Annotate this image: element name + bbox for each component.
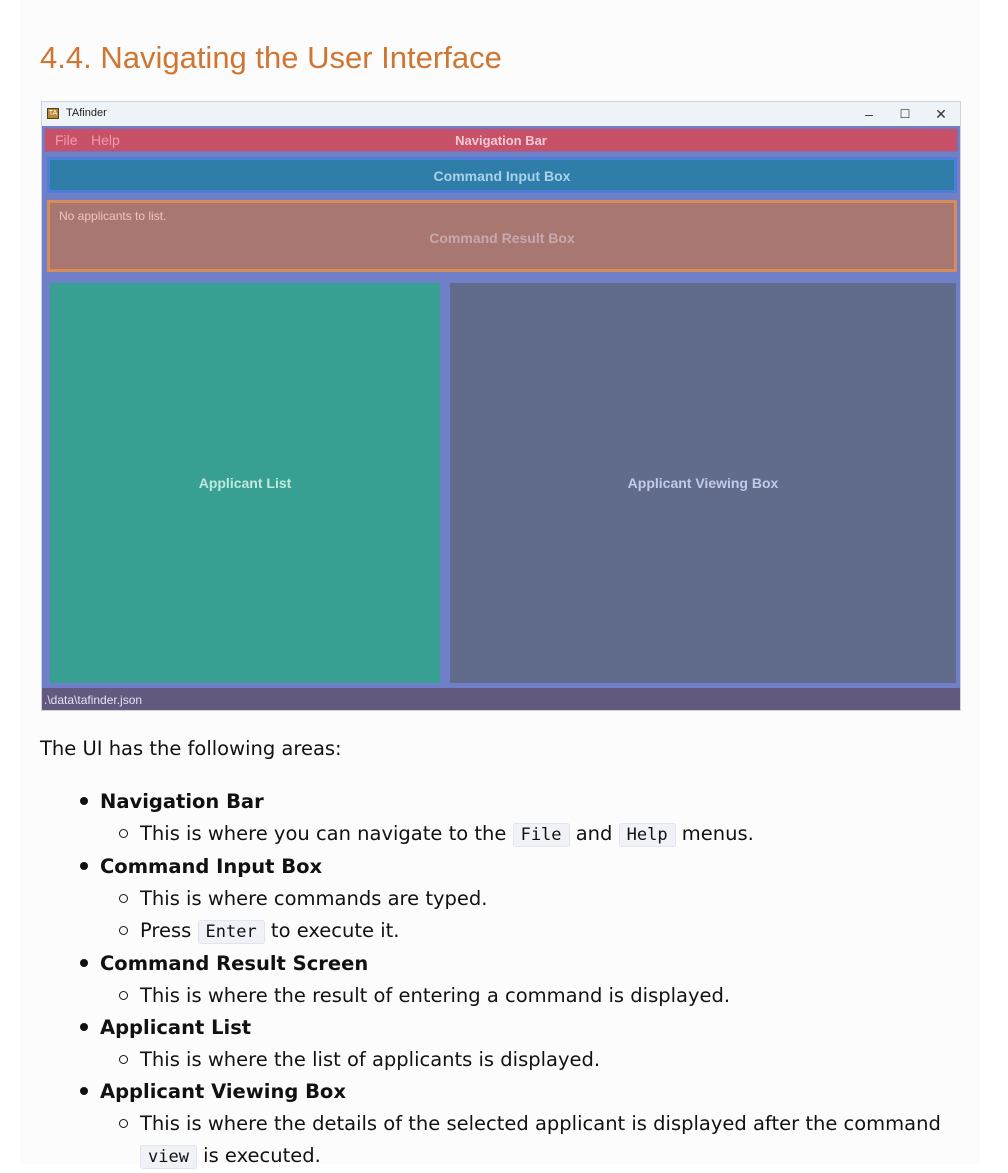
- app-icon: TA: [47, 108, 59, 119]
- command-input-label: Command Input Box: [433, 168, 571, 184]
- sub-list-item: This is where the result of entering a c…: [100, 980, 970, 1012]
- maximize-icon: ☐: [899, 107, 911, 121]
- applicant-list-zone: Applicant List: [47, 280, 443, 686]
- applicant-viewing-zone: Applicant Viewing Box: [447, 280, 959, 686]
- command-result-label: Command Result Box: [429, 230, 575, 246]
- window-titlebar: TA TAfinder – ☐ ✕: [42, 102, 960, 126]
- area-name: Navigation Bar: [100, 790, 264, 813]
- area-name: Command Input Box: [100, 855, 323, 878]
- applicant-viewing-label: Applicant Viewing Box: [627, 475, 779, 491]
- area-name: Command Result Screen: [100, 952, 369, 975]
- sub-list-item: This is where the details of the selecte…: [100, 1108, 970, 1173]
- intro-text: The UI has the following areas:: [40, 737, 342, 760]
- sub-list-item: This is where you can navigate to the Fi…: [100, 818, 970, 851]
- sub-list-item: Press Enter to execute it.: [100, 915, 970, 948]
- command-input-zone: Command Input Box: [47, 157, 957, 193]
- minimize-icon: –: [865, 106, 873, 122]
- code-view: view: [140, 1145, 197, 1169]
- window-title: TAfinder: [66, 107, 107, 119]
- list-item: Applicant Viewing Box This is where the …: [40, 1076, 970, 1173]
- sub-list-item: This is where the list of applicants is …: [100, 1044, 970, 1076]
- list-item: Applicant List This is where the list of…: [40, 1012, 970, 1076]
- list-item: Navigation Bar This is where you can nav…: [40, 786, 970, 851]
- close-icon: ✕: [935, 106, 947, 122]
- area-name: Applicant List: [100, 1016, 252, 1039]
- section-title: 4.4. Navigating the User Interface: [40, 40, 502, 75]
- ui-screenshot: TA TAfinder – ☐ ✕ File Help Navigation B…: [41, 101, 961, 711]
- code-help: Help: [618, 823, 676, 847]
- status-path: .\data\tafinder.json: [44, 693, 143, 707]
- navigation-bar-label: Navigation Bar: [455, 133, 547, 148]
- code-file: File: [512, 823, 570, 847]
- areas-list: Navigation Bar This is where you can nav…: [40, 786, 970, 1173]
- status-bar: .\data\tafinder.json: [42, 688, 960, 710]
- sub-list-item: This is where commands are typed.: [100, 883, 970, 915]
- result-message: No applicants to list.: [59, 209, 167, 223]
- navigation-bar-zone: File Help Navigation Bar: [44, 128, 958, 152]
- list-item: Command Input Box This is where commands…: [40, 851, 970, 948]
- area-name: Applicant Viewing Box: [100, 1080, 346, 1103]
- code-enter: Enter: [197, 920, 265, 944]
- document-page: 4.4. Navigating the User Interface TA TA…: [20, 0, 980, 1169]
- list-item: Command Result Screen This is where the …: [40, 948, 970, 1012]
- command-result-zone: No applicants to list. Command Result Bo…: [45, 198, 959, 274]
- applicant-list-label: Applicant List: [198, 475, 292, 491]
